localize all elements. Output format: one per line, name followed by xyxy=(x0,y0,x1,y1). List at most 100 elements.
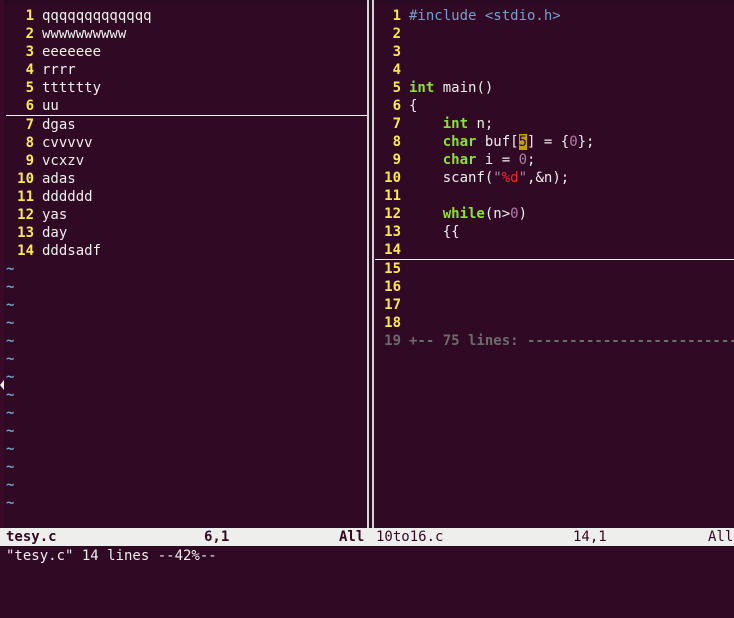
right-code-line[interactable]: 11 xyxy=(375,187,734,205)
left-code-line[interactable]: 11 dddddd xyxy=(6,188,367,206)
empty-line-tilde: ~ xyxy=(6,441,15,457)
left-code-line[interactable]: 14 dddsadf xyxy=(6,242,367,260)
left-code-line[interactable]: 12 yas xyxy=(6,206,367,224)
code-token: {{ xyxy=(409,224,460,240)
line-number: 19 xyxy=(384,333,401,349)
line-text: vcxzv xyxy=(42,153,85,169)
right-code-line[interactable]: 3 xyxy=(375,43,734,61)
empty-line-tilde: ~ xyxy=(6,333,15,349)
line-number: 13 xyxy=(384,224,401,240)
line-text: char buf[5] = {0}; xyxy=(401,133,594,151)
line-number: 10 xyxy=(17,171,34,187)
empty-line-tilde: ~ xyxy=(6,315,15,331)
left-code-line[interactable]: 2 wwwwwwwwww xyxy=(6,25,367,43)
right-code-line[interactable]: 13 {{ xyxy=(375,223,734,241)
right-status-scroll: All xyxy=(708,529,734,545)
right-code-line[interactable]: 2 xyxy=(375,25,734,43)
line-number: 16 xyxy=(384,279,401,295)
line-text: int n; xyxy=(401,115,494,133)
line-number: 13 xyxy=(17,225,34,241)
code-token: " xyxy=(518,170,528,186)
folded-lines[interactable]: 19 +-- 75 lines: ------------------------… xyxy=(375,332,734,350)
code-token: ,&n); xyxy=(527,170,570,186)
right-code-line[interactable]: 15 xyxy=(375,260,734,278)
code-token: buf[ xyxy=(476,134,519,150)
vertical-split-divider[interactable] xyxy=(367,0,374,528)
right-code-line[interactable]: 4 xyxy=(375,61,734,79)
empty-line-tilde: ~ xyxy=(6,477,15,493)
code-token: i = xyxy=(476,152,519,168)
empty-line-tilde: ~ xyxy=(6,405,15,421)
code-token: { xyxy=(409,98,418,114)
line-text: { xyxy=(401,97,417,115)
line-number: 7 xyxy=(25,117,34,133)
right-editor-pane[interactable]: 1 #include <stdio.h> 2 3 4 5 int main() 6{7 int… xyxy=(375,7,734,528)
line-number: 18 xyxy=(384,315,401,331)
right-code-line[interactable]: 14 xyxy=(375,241,734,260)
right-code-line[interactable]: 9 char i = 0; xyxy=(375,151,734,169)
line-number: 5 xyxy=(392,80,401,96)
line-text: adas xyxy=(42,171,76,187)
code-token: %d xyxy=(501,170,519,186)
right-status-position: 14,1 xyxy=(573,529,607,545)
right-code-line[interactable]: 18 xyxy=(375,314,734,332)
line-number: 4 xyxy=(392,62,401,78)
right-status-bar: 10to16.c 14,1 All xyxy=(374,528,734,546)
line-number: 7 xyxy=(392,116,401,132)
left-code-line[interactable]: 8 cvvvvv xyxy=(6,134,367,152)
empty-line-tilde: ~ xyxy=(6,423,15,439)
line-number: 3 xyxy=(25,44,34,60)
left-code-line[interactable]: 13 day xyxy=(6,224,367,242)
left-code-line[interactable]: 3 eeeeeee xyxy=(6,43,367,61)
line-number: 9 xyxy=(392,152,401,168)
right-code-line[interactable]: 12 while(n>0) xyxy=(375,205,734,223)
right-code-line[interactable]: 7 int n; xyxy=(375,115,734,133)
right-code-line[interactable]: 10 scanf("%d",&n); xyxy=(375,169,734,187)
right-code-line[interactable]: 5 int main() xyxy=(375,79,734,97)
right-code-line[interactable]: 17 xyxy=(375,296,734,314)
left-code-line[interactable]: 9 vcxzv xyxy=(6,152,367,170)
code-token: char xyxy=(442,134,477,150)
line-text: eeeeeee xyxy=(42,44,102,60)
window-left-edge xyxy=(0,0,4,528)
line-number: 17 xyxy=(384,297,401,313)
left-code-line[interactable]: 7 dgas xyxy=(6,116,367,134)
vim-command-line[interactable]: "tesy.c" 14 lines --42%-- xyxy=(6,546,217,566)
empty-line-tilde: ~ xyxy=(6,297,15,313)
left-code-line[interactable]: 1 qqqqqqqqqqqqq xyxy=(6,7,367,25)
line-text: rrrr xyxy=(42,62,76,78)
left-status-scroll: All xyxy=(339,529,365,545)
line-number: 9 xyxy=(25,153,34,169)
code-token: 0 xyxy=(510,206,519,222)
line-text: #include <stdio.h> xyxy=(401,7,561,25)
left-code-line[interactable]: 5 tttttty xyxy=(6,79,367,97)
empty-line-tilde: ~ xyxy=(6,369,15,385)
line-number: 14 xyxy=(17,243,34,259)
empty-line-tilde: ~ xyxy=(6,279,15,295)
left-code-line[interactable]: 10 adas xyxy=(6,170,367,188)
line-text: dgas xyxy=(42,117,76,133)
line-text: uu xyxy=(42,98,59,114)
left-code-line[interactable]: 6 uu xyxy=(6,97,367,116)
status-gap xyxy=(367,528,374,546)
right-code-line[interactable]: 8 char buf[5] = {0}; xyxy=(375,133,734,151)
code-token: int xyxy=(442,116,469,132)
line-number: 8 xyxy=(25,135,34,151)
line-number: 5 xyxy=(25,80,34,96)
line-text: dddsadf xyxy=(42,243,102,259)
right-status-filename: 10to16.c xyxy=(376,529,444,545)
right-code-line[interactable]: 1 #include <stdio.h> xyxy=(375,7,734,25)
line-number: 11 xyxy=(17,189,34,205)
left-code-line[interactable]: 4 rrrr xyxy=(6,61,367,79)
right-code-line[interactable]: 16 xyxy=(375,278,734,296)
line-number: 1 xyxy=(392,8,401,24)
line-number: 8 xyxy=(392,134,401,150)
collapse-arrow-icon[interactable] xyxy=(0,380,4,390)
terminal-window[interactable]: 1 qqqqqqqqqqqqq 2 wwwwwwwwww 3 eeeeeee 4 rrrr 5 t… xyxy=(0,0,734,570)
code-token: main() xyxy=(434,80,494,96)
line-text: +-- 75 lines: -------------------------- xyxy=(401,332,734,350)
line-text: dddddd xyxy=(42,189,93,205)
right-code-line[interactable]: 6{ xyxy=(375,97,734,115)
left-editor-pane[interactable]: 1 qqqqqqqqqqqqq 2 wwwwwwwwww 3 eeeeeee 4 rrrr 5 t… xyxy=(6,7,367,528)
